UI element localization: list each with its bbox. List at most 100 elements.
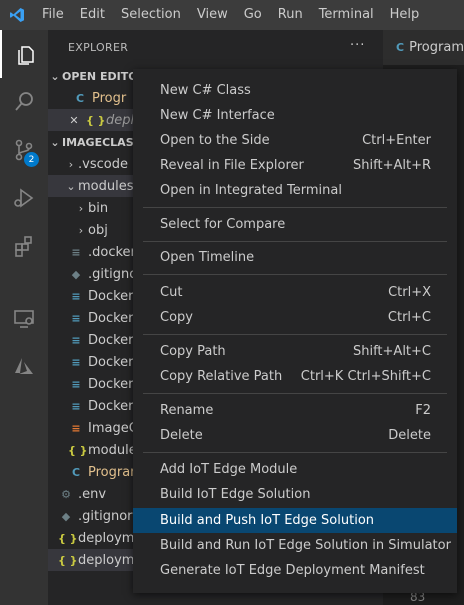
explorer-icon[interactable] [0, 30, 50, 78]
remote-explorer-icon[interactable] [0, 294, 48, 342]
open-editors-label: OPEN EDITO [62, 69, 138, 83]
source-control-icon[interactable]: 2 [0, 126, 48, 174]
menu-item-label: Build IoT Edge Solution [160, 487, 311, 502]
chevron-down-icon: ⌄ [50, 69, 60, 83]
menu-item-build-and-push-iot-edge-solution[interactable]: Build and Push IoT Edge Solution [133, 508, 457, 533]
menu-item-shortcut: Ctrl+K Ctrl+Shift+C [300, 369, 431, 384]
menu-item-open-to-side[interactable]: Open to the Side Ctrl+Enter [133, 128, 457, 153]
menu-item-shortcut: Ctrl+Enter [362, 133, 431, 148]
menu-separator [143, 274, 447, 275]
menu-item-rename[interactable]: Rename F2 [133, 398, 457, 423]
tree-item-name: Dockerf [88, 354, 139, 370]
tree-item-name: bin [88, 200, 109, 216]
tree-item-name: .gitignore [78, 508, 141, 524]
menu-item-copy-relative-path[interactable]: Copy Relative Path Ctrl+K Ctrl+Shift+C [133, 364, 457, 389]
menu-run[interactable]: Run [270, 0, 311, 30]
menu-edit[interactable]: Edit [72, 0, 113, 30]
tree-item-name: Dockerf [88, 310, 139, 326]
menu-item-open-in-terminal[interactable]: Open in Integrated Terminal [133, 178, 457, 203]
menu-view[interactable]: View [189, 0, 236, 30]
project-file-icon: ≡ [71, 421, 81, 435]
search-icon[interactable] [0, 78, 48, 126]
git-file-icon: ◆ [71, 267, 81, 281]
csharp-file-icon: C [396, 41, 405, 54]
gear-icon: ⚙ [61, 487, 71, 501]
project-label: IMAGECLASS [62, 135, 142, 149]
menu-item-label: Copy Path [160, 344, 226, 359]
menu-item-shortcut: Delete [388, 428, 431, 443]
docker-file-icon: ≡ [71, 377, 81, 391]
tree-item-name: ImageC [88, 420, 138, 436]
menu-item-copy[interactable]: Copy Ctrl+C [133, 305, 457, 330]
menu-item-new-csharp-class[interactable]: New C# Class [133, 78, 457, 103]
tree-item-name: deploym [78, 552, 135, 568]
open-editor-name: Progr [92, 90, 127, 106]
menu-item-label: Copy Relative Path [160, 369, 283, 384]
json-file-icon: { } [58, 531, 78, 545]
menu-item-build-iot-edge-solution[interactable]: Build IoT Edge Solution [133, 482, 457, 507]
tree-item-name: Dockerf [88, 332, 139, 348]
git-file-icon: ◆ [61, 509, 71, 523]
menu-item-shortcut: Shift+Alt+R [353, 158, 431, 173]
chevron-right-icon: › [78, 223, 84, 237]
menu-item-label: Generate IoT Edge Deployment Manifest [160, 563, 425, 578]
csharp-file-icon: C [75, 91, 85, 105]
menu-separator [143, 393, 447, 394]
tree-item-name: Dockerf [88, 288, 139, 304]
menu-item-label: New C# Interface [160, 108, 275, 123]
menu-item-label: Build and Push IoT Edge Solution [160, 513, 375, 528]
run-debug-icon[interactable] [0, 174, 48, 222]
docker-file-icon: ≡ [71, 355, 81, 369]
menu-item-cut[interactable]: Cut Ctrl+X [133, 280, 457, 305]
chevron-down-icon: ⌄ [66, 179, 76, 193]
menu-file[interactable]: File [34, 0, 72, 30]
json-file-icon: { } [86, 113, 106, 127]
menu-separator [143, 207, 447, 208]
menu-item-label: Rename [160, 403, 214, 418]
tree-item-name: obj [88, 222, 108, 238]
menu-separator [143, 334, 447, 335]
menu-item-new-csharp-interface[interactable]: New C# Interface [133, 103, 457, 128]
menu-item-label: Delete [160, 428, 203, 443]
menu-item-label: Add IoT Edge Module [160, 462, 298, 477]
menu-item-label: Open to the Side [160, 133, 270, 148]
json-file-icon: { } [58, 553, 78, 567]
menu-selection[interactable]: Selection [113, 0, 189, 30]
close-icon[interactable]: ✕ [66, 114, 82, 127]
menu-item-label: Open in Integrated Terminal [160, 183, 342, 198]
menu-go[interactable]: Go [236, 0, 270, 30]
editor-tab[interactable]: C Program [383, 30, 464, 65]
menu-item-select-for-compare[interactable]: Select for Compare [133, 212, 457, 237]
docker-file-icon: ≡ [71, 399, 81, 413]
menu-item-copy-path[interactable]: Copy Path Shift+Alt+C [133, 339, 457, 364]
menu-item-shortcut: F2 [415, 403, 431, 418]
menu-separator [143, 452, 447, 453]
tree-item-name: Dockerf [88, 398, 139, 414]
menu-item-label: Copy [160, 310, 193, 325]
menu-item-label: New C# Class [160, 83, 251, 98]
menu-item-delete[interactable]: Delete Delete [133, 423, 457, 448]
chevron-right-icon: › [68, 157, 74, 171]
tree-item-name: .vscode [78, 156, 128, 172]
tree-item-name: deploym [78, 530, 135, 546]
menu-item-shortcut: Ctrl+X [388, 285, 431, 300]
menu-help[interactable]: Help [382, 0, 428, 30]
menu-item-generate-deployment-manifest[interactable]: Generate IoT Edge Deployment Manifest [133, 558, 457, 583]
menu-item-label: Select for Compare [160, 217, 286, 232]
menu-item-reveal-in-explorer[interactable]: Reveal in File Explorer Shift+Alt+R [133, 153, 457, 178]
docker-file-icon: ≡ [71, 245, 81, 259]
menu-item-open-timeline[interactable]: Open Timeline [133, 245, 457, 270]
extensions-icon[interactable] [0, 222, 48, 270]
more-actions-icon[interactable]: ··· [350, 38, 365, 53]
menu-item-label: Open Timeline [160, 250, 255, 265]
menu-item-shortcut: Ctrl+C [387, 310, 431, 325]
json-file-icon: { } [68, 443, 88, 457]
azure-icon[interactable] [0, 342, 48, 390]
chevron-right-icon: › [78, 201, 84, 215]
menu-item-label: Build and Run IoT Edge Solution in Simul… [160, 538, 451, 553]
menu-terminal[interactable]: Terminal [311, 0, 382, 30]
menu-item-shortcut: Shift+Alt+C [352, 344, 431, 359]
menu-item-build-and-run-in-simulator[interactable]: Build and Run IoT Edge Solution in Simul… [133, 533, 457, 558]
menu-item-add-iot-edge-module[interactable]: Add IoT Edge Module [133, 457, 457, 482]
docker-file-icon: ≡ [71, 311, 81, 325]
